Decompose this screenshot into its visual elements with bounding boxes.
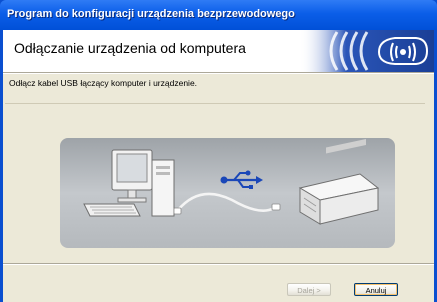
cancel-button[interactable]: Anuluj [354, 283, 398, 296]
usb-cable-icon [173, 192, 281, 215]
footer-divider [3, 263, 434, 265]
title-bar[interactable]: Program do konfiguracji urządzenia bezpr… [0, 0, 437, 30]
instruction-text: Odłącz kabel USB łączący komputer i urzą… [9, 78, 198, 88]
setup-window: Program do konfiguracji urządzenia bezpr… [0, 0, 437, 302]
page-title: Odłączanie urządzenia od komputera [14, 40, 246, 56]
wireless-signal-icon [299, 30, 434, 72]
printer-icon [298, 138, 380, 225]
disconnect-illustration [60, 138, 395, 248]
next-button[interactable]: Dalej > [287, 283, 331, 296]
usb-icon [220, 170, 263, 189]
window-title: Program do konfiguracji urządzenia bezpr… [7, 8, 295, 20]
desktop-computer-icon [83, 149, 175, 217]
dialog-header: Odłączanie urządzenia od komputera [3, 30, 434, 72]
content-divider [5, 103, 425, 104]
header-divider [3, 72, 434, 74]
dialog-body: Odłączanie urządzenia od komputera Odłąc… [3, 30, 434, 302]
